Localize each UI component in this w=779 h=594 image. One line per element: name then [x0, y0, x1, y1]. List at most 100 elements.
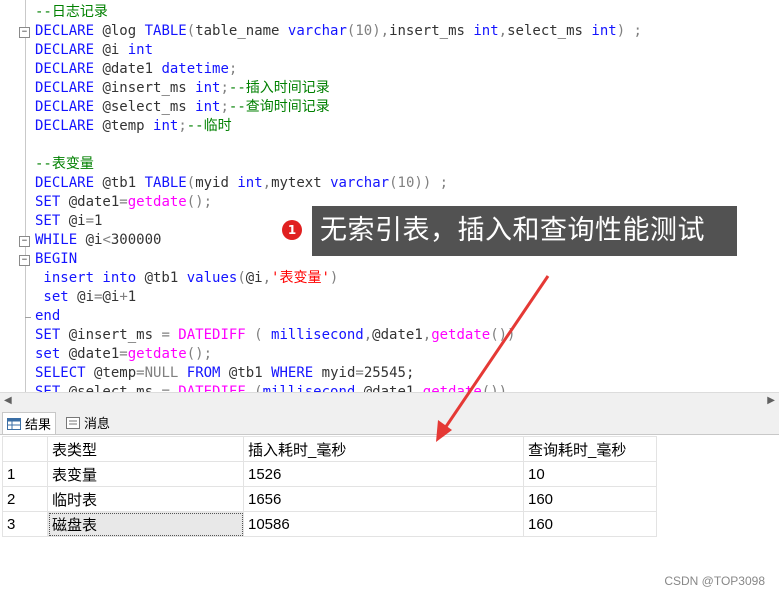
scroll-right-arrow-icon[interactable]: ▶ [767, 395, 775, 406]
code-token: @i [77, 289, 95, 305]
table-row[interactable]: 2 临时表 1656 160 [2, 486, 657, 512]
table-cell[interactable]: 160 [523, 511, 657, 537]
code-line[interactable]: DECLARE @date1 datetime; [35, 60, 237, 79]
code-line[interactable]: DECLARE @insert_ms int;--插入时间记录 [35, 79, 330, 98]
results-table: 表类型 插入耗时_毫秒 查询耗时_毫秒 1 表变量 1526 10 2 临时表 … [2, 436, 657, 537]
code-token: @select_ms [102, 99, 196, 115]
annotation-callout: 无索引表，插入和查询性能测试 [312, 206, 737, 256]
code-line[interactable]: WHILE @i<300000 [35, 231, 161, 250]
fold-gutter [25, 0, 26, 392]
tab-results[interactable]: 结果 [2, 412, 57, 434]
code-token: NULL [144, 365, 187, 381]
code-token: getdate [127, 194, 187, 210]
code-token: ( [254, 327, 272, 343]
table-cell[interactable]: 表变量 [47, 461, 244, 487]
code-token: set [35, 346, 69, 362]
code-token: = [136, 365, 145, 381]
code-token: int [127, 42, 154, 58]
code-token: TABLE [144, 23, 187, 39]
fold-toggle-icon[interactable]: − [19, 27, 30, 38]
table-cell-selected[interactable]: 磁盘表 [47, 511, 244, 537]
code-token: --临时 [186, 118, 232, 134]
code-token: SET [35, 384, 69, 392]
code-token: @i [102, 289, 120, 305]
code-token: ( [186, 175, 196, 191]
code-token: values [186, 270, 238, 286]
code-token: ()) [490, 327, 516, 343]
fold-toggle-icon[interactable]: − [19, 255, 30, 266]
horizontal-scrollbar[interactable]: ◀ ▶ [0, 392, 779, 409]
table-cell[interactable]: 1526 [243, 461, 524, 487]
code-token: 1 [94, 213, 103, 229]
code-token: @i [102, 42, 128, 58]
code-token: getdate [422, 384, 482, 392]
code-line[interactable]: DECLARE @temp int;--临时 [35, 117, 232, 136]
code-token: int [237, 175, 263, 191]
code-token: SET [35, 327, 69, 343]
column-header[interactable]: 表类型 [47, 436, 244, 462]
table-cell[interactable]: 1656 [243, 486, 524, 512]
code-line[interactable]: --日志记录 [35, 3, 108, 22]
code-line[interactable]: SET @i=1 [35, 212, 102, 231]
code-token: int [591, 23, 617, 39]
table-row[interactable]: 1 表变量 1526 10 [2, 461, 657, 487]
code-line[interactable]: DECLARE @log TABLE(table_name varchar(10… [35, 22, 642, 41]
code-token: = [355, 365, 364, 381]
code-line[interactable]: set @i=@i+1 [35, 288, 136, 307]
code-line[interactable]: BEGIN [35, 250, 77, 269]
table-cell[interactable]: 160 [523, 486, 657, 512]
code-token: WHERE [271, 365, 322, 381]
code-line[interactable]: DECLARE @select_ms int;--查询时间记录 [35, 98, 330, 117]
code-line[interactable]: SET @date1=getdate(); [35, 193, 212, 212]
code-token: mytext [271, 175, 331, 191]
code-line[interactable]: --表变量 [35, 155, 94, 174]
column-header[interactable]: 插入耗时_毫秒 [243, 436, 524, 462]
table-cell[interactable]: 10586 [243, 511, 524, 537]
sql-editor[interactable]: --日志记录 DECLARE @log TABLE(table_name varc… [0, 0, 779, 392]
results-grid[interactable]: 表类型 插入耗时_毫秒 查询耗时_毫秒 1 表变量 1526 10 2 临时表 … [0, 435, 779, 594]
code-line[interactable]: insert into @tb1 values(@i,'表变量') [35, 269, 338, 288]
code-token: --日志记录 [35, 4, 108, 20]
row-number[interactable]: 1 [2, 461, 48, 487]
code-token: int [195, 80, 221, 96]
code-token: --查询时间记录 [228, 99, 330, 115]
code-token: @date1 [372, 327, 423, 343]
code-token: WHILE [35, 232, 86, 248]
row-number-header[interactable] [2, 436, 48, 462]
code-token: getdate [127, 346, 187, 362]
code-token: --表变量 [35, 156, 94, 172]
code-token: 1 [127, 289, 137, 305]
code-token: (); [186, 346, 213, 362]
row-number[interactable]: 3 [2, 511, 48, 537]
fold-toggle-icon[interactable]: − [19, 236, 30, 247]
code-token: end [35, 308, 61, 324]
code-token: @i [68, 213, 86, 229]
code-token: = [161, 384, 179, 392]
code-line[interactable]: SELECT @temp=NULL FROM @tb1 WHERE myid=2… [35, 364, 414, 383]
code-token: DECLARE [35, 23, 103, 39]
code-token: SELECT [35, 365, 95, 381]
table-row[interactable]: 3 磁盘表 10586 160 [2, 511, 657, 537]
table-cell[interactable]: 10 [523, 461, 657, 487]
code-token: insert into [35, 270, 145, 286]
code-token: TABLE [144, 175, 187, 191]
tab-messages[interactable]: 消息 [62, 412, 114, 433]
row-number[interactable]: 2 [2, 486, 48, 512]
table-cell[interactable]: 临时表 [47, 486, 244, 512]
column-header[interactable]: 查询耗时_毫秒 [523, 436, 657, 462]
code-line[interactable]: DECLARE @i int [35, 41, 153, 60]
code-line[interactable]: end [35, 307, 60, 326]
code-line[interactable]: SET @insert_ms = DATEDIFF ( millisecond,… [35, 326, 516, 345]
code-line[interactable]: DECLARE @tb1 TABLE(myid int,mytext varch… [35, 174, 448, 193]
code-token: @temp [94, 365, 137, 381]
code-line[interactable]: SET @select_ms = DATEDIFF (millisecond,@… [35, 383, 507, 392]
code-token: FROM [186, 365, 229, 381]
code-token: < [102, 232, 111, 248]
code-token: select_ms [507, 23, 592, 39]
code-token: , [262, 270, 272, 286]
code-token: DECLARE [35, 80, 103, 96]
code-line[interactable]: set @date1=getdate(); [35, 345, 212, 364]
code-token: 25545; [363, 365, 415, 381]
code-token: @select_ms [68, 384, 162, 392]
scroll-left-arrow-icon[interactable]: ◀ [4, 395, 12, 406]
